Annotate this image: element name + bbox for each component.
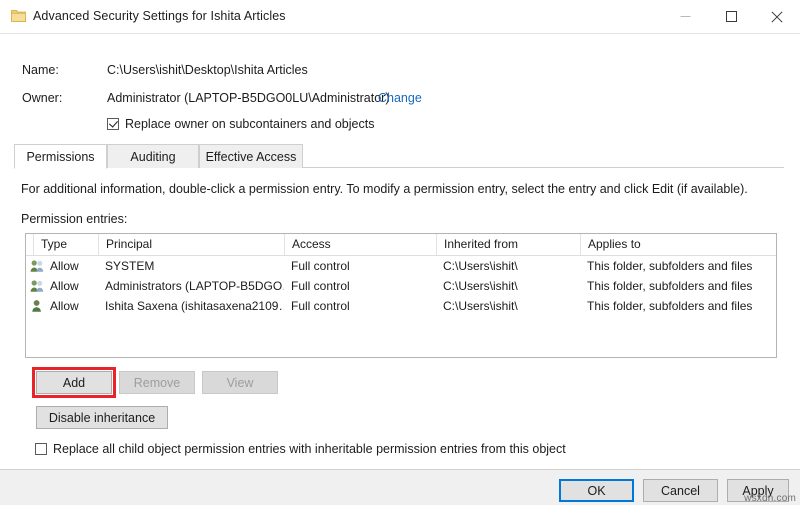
table-header-row: Type Principal Access Inherited from App… <box>26 234 776 256</box>
cell-applies-to: This folder, subfolders and files <box>587 276 776 296</box>
cell-principal: SYSTEM <box>105 256 284 276</box>
tab-strip: Permissions Auditing Effective Access <box>14 144 784 168</box>
column-header-inherited-from[interactable]: Inherited from <box>436 234 580 255</box>
window-controls <box>662 0 800 33</box>
owner-label: Owner: <box>22 91 62 105</box>
advanced-security-settings-dialog: Advanced Security Settings for Ishita Ar… <box>0 0 800 504</box>
cell-principal: Ishita Saxena (ishitasaxena2109… <box>105 296 284 316</box>
replace-child-permissions-label: Replace all child object permission entr… <box>53 442 566 456</box>
ok-button[interactable]: OK <box>559 479 634 502</box>
replace-owner-label: Replace owner on subcontainers and objec… <box>125 117 374 131</box>
cell-principal: Administrators (LAPTOP-B5DGO… <box>105 276 284 296</box>
owner-value: Administrator (LAPTOP-B5DGO0LU\Administr… <box>107 91 390 105</box>
tab-auditing[interactable]: Auditing <box>107 144 199 168</box>
folder-icon <box>11 9 26 23</box>
tab-effective-access-label: Effective Access <box>206 150 297 164</box>
cancel-button[interactable]: Cancel <box>643 479 718 502</box>
name-value: C:\Users\ishit\Desktop\Ishita Articles <box>107 63 308 77</box>
remove-button: Remove <box>119 371 195 394</box>
title-bar: Advanced Security Settings for Ishita Ar… <box>0 0 800 33</box>
minimize-icon <box>680 11 691 22</box>
window-title: Advanced Security Settings for Ishita Ar… <box>33 9 286 23</box>
group-icon <box>30 259 45 273</box>
tab-permissions[interactable]: Permissions <box>14 144 107 169</box>
cell-type: Allow <box>50 256 98 276</box>
replace-child-permissions-checkbox[interactable]: Replace all child object permission entr… <box>35 442 566 456</box>
column-header-access[interactable]: Access <box>284 234 436 255</box>
cell-inherited-from: C:\Users\ishit\ <box>443 256 580 276</box>
cell-type: Allow <box>50 296 98 316</box>
table-row[interactable]: Allow Administrators (LAPTOP-B5DGO… Full… <box>26 276 776 296</box>
column-header-principal[interactable]: Principal <box>98 234 284 255</box>
cell-inherited-from: C:\Users\ishit\ <box>443 296 580 316</box>
watermark: wsxdn.com <box>744 493 796 504</box>
group-icon <box>30 279 45 293</box>
replace-owner-checkbox[interactable]: Replace owner on subcontainers and objec… <box>107 117 374 131</box>
cell-inherited-from: C:\Users\ishit\ <box>443 276 580 296</box>
column-header-type[interactable]: Type <box>33 234 98 255</box>
user-icon <box>30 299 45 313</box>
tab-permissions-label: Permissions <box>26 150 94 164</box>
cell-applies-to: This folder, subfolders and files <box>587 256 776 276</box>
cell-access: Full control <box>291 276 436 296</box>
checkbox-unchecked-icon <box>35 443 47 455</box>
tab-effective-access[interactable]: Effective Access <box>199 144 303 168</box>
permissions-panel: For additional information, double-click… <box>14 168 784 468</box>
minimize-button[interactable] <box>662 0 708 33</box>
table-row[interactable]: Allow Ishita Saxena (ishitasaxena2109… F… <box>26 296 776 316</box>
view-button: View <box>202 371 278 394</box>
dialog-client-area: Name: C:\Users\ishit\Desktop\Ishita Arti… <box>0 33 800 504</box>
maximize-button[interactable] <box>708 0 754 33</box>
permission-entries-label: Permission entries: <box>21 212 127 226</box>
add-button[interactable]: Add <box>36 371 112 394</box>
close-icon <box>771 11 783 23</box>
maximize-icon <box>726 11 737 22</box>
cell-access: Full control <box>291 256 436 276</box>
disable-inheritance-button[interactable]: Disable inheritance <box>36 406 168 429</box>
column-header-applies-to[interactable]: Applies to <box>580 234 776 255</box>
checkbox-checked-icon <box>107 118 119 130</box>
dialog-footer: OK Cancel Apply wsxdn.com <box>0 470 800 505</box>
table-row[interactable]: Allow SYSTEM Full control C:\Users\ishit… <box>26 256 776 276</box>
change-owner-link[interactable]: Change <box>378 91 422 105</box>
close-button[interactable] <box>754 0 800 33</box>
cell-access: Full control <box>291 296 436 316</box>
cell-applies-to: This folder, subfolders and files <box>587 296 776 316</box>
name-label: Name: <box>22 63 59 77</box>
cell-type: Allow <box>50 276 98 296</box>
permission-entries-list[interactable]: Type Principal Access Inherited from App… <box>25 233 777 358</box>
panel-hint-text: For additional information, double-click… <box>21 182 748 196</box>
tab-auditing-label: Auditing <box>130 150 175 164</box>
